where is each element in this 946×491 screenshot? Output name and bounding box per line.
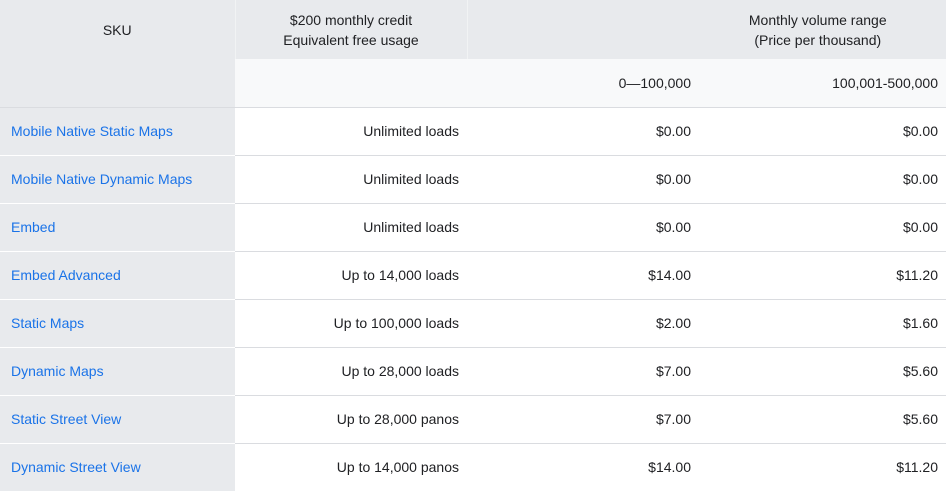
range-row-sku-cell	[0, 59, 235, 108]
sku-cell: Dynamic Maps	[0, 347, 235, 396]
table-row: Dynamic Maps Up to 28,000 loads $7.00 $5.60	[0, 347, 946, 396]
sku-cell: Dynamic Street View	[0, 443, 235, 491]
sku-cell: Mobile Native Dynamic Maps	[0, 155, 235, 204]
price-range1-cell: $0.00	[467, 107, 699, 156]
table-row: Embed Advanced Up to 14,000 loads $14.00 $1…	[0, 251, 946, 300]
price-range2-cell: $1.60	[699, 299, 946, 348]
price-range2-cell: $0.00	[699, 107, 946, 156]
price-range2-cell: $11.20	[896, 459, 938, 476]
price-range1-cell: $7.00	[467, 347, 699, 396]
sku-cell: Mobile Native Static Maps	[0, 107, 235, 156]
sku-link[interactable]: Mobile Native Dynamic Maps	[11, 171, 192, 187]
credit-header-line2: Equivalent free usage	[283, 31, 419, 48]
free-usage-cell: Unlimited loads	[235, 155, 467, 204]
range-row: 0—100,000 100,001-500,000	[0, 59, 946, 108]
sku-link[interactable]: Static Maps	[11, 315, 84, 331]
price-range2-cell: $0.00	[699, 155, 946, 204]
credit-column-header: $200 monthly credit Equivalent free usag…	[235, 0, 468, 59]
price-range1-cell: $14.00	[467, 251, 699, 300]
price-range2-cell: $0.00	[699, 203, 946, 252]
price-range2-cell: $11.20	[699, 251, 946, 300]
pricing-table: SKU $200 monthly credit Equivalent free …	[0, 0, 946, 491]
sku-column-header: SKU	[0, 0, 236, 59]
table-row: Mobile Native Dynamic Maps Unlimited load…	[0, 155, 946, 204]
price-range1-cell: $2.00	[467, 299, 699, 348]
price-range1-cell: $0.00	[467, 203, 699, 252]
table-row: Static Street View Up to 28,000 panos $7.0…	[0, 395, 946, 444]
volume-column-header: Monthly volume range (Price per thousand…	[467, 0, 946, 59]
table-body: Mobile Native Static Maps Unlimited loads…	[0, 107, 946, 491]
sku-cell: Embed Advanced	[0, 251, 235, 300]
free-usage-cell: Up to 14,000 panos	[336, 459, 459, 476]
table-row: Embed Unlimited loads $0.00 $0.00	[0, 203, 946, 252]
price-range2-cell: $5.60	[699, 347, 946, 396]
price-range1-cell: $0.00	[467, 155, 699, 204]
volume-header-line2: (Price per thousand)	[754, 31, 882, 48]
free-usage-cell: Unlimited loads	[235, 107, 467, 156]
credit-header-line1: $200 monthly credit	[289, 11, 413, 28]
sku-cell: Static Street View	[0, 395, 235, 444]
free-usage-cell: Up to 28,000 loads	[235, 347, 467, 396]
price-range2-cell: $5.60	[699, 395, 946, 444]
sku-cell: Embed	[0, 203, 235, 252]
range-row-credit-cell	[235, 59, 467, 108]
sku-link[interactable]: Embed	[11, 219, 55, 235]
free-usage-cell: Up to 14,000 loads	[235, 251, 467, 300]
sku-link[interactable]: Static Street View	[11, 411, 121, 427]
free-usage-cell: Unlimited loads	[235, 203, 467, 252]
sku-link[interactable]: Mobile Native Static Maps	[11, 123, 173, 139]
table-row: Dynamic Street View Up to 14,000 panos $14…	[0, 443, 946, 491]
sku-cell: Static Maps	[0, 299, 235, 348]
free-usage-cell: Up to 100,000 loads	[235, 299, 467, 348]
sku-link[interactable]: Embed Advanced	[11, 267, 121, 283]
free-usage-cell: Up to 28,000 panos	[235, 395, 467, 444]
sku-link[interactable]: Dynamic Maps	[11, 363, 104, 379]
price-range1-cell: $7.00	[467, 395, 699, 444]
volume-header-line1: Monthly volume range	[748, 11, 887, 28]
table-row: Static Maps Up to 100,000 loads $2.00 $1.60	[0, 299, 946, 348]
range-header-1: 0—100,000	[467, 59, 699, 108]
sku-link[interactable]: Dynamic Street View	[11, 459, 141, 475]
range-header-2: 100,001-500,000	[699, 59, 946, 108]
header-row: SKU $200 monthly credit Equivalent free …	[0, 0, 946, 59]
table-row: Mobile Native Static Maps Unlimited loads…	[0, 107, 946, 156]
price-range1-cell: $14.00	[648, 459, 691, 476]
